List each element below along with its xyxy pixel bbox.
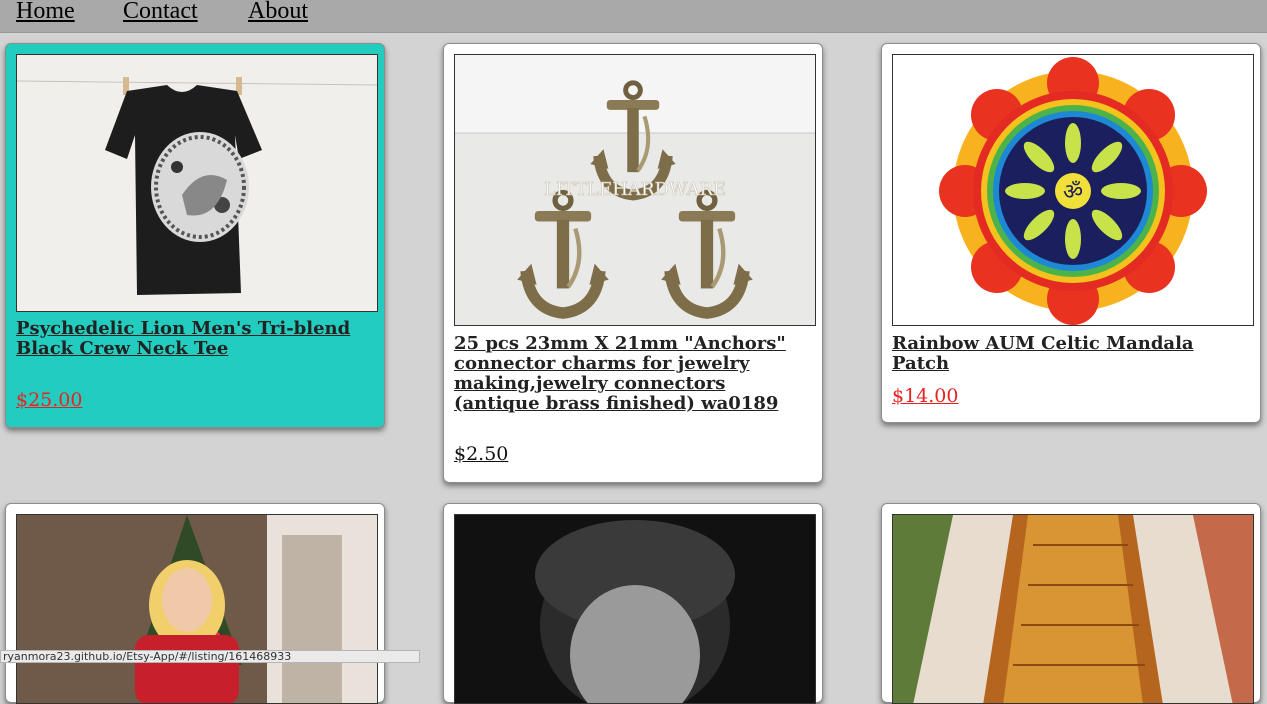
navbar: Home Contact About (0, 0, 1267, 33)
listing-title[interactable]: Psychedelic Lion Men's Tri-blend Black C… (16, 319, 371, 359)
listing-title[interactable]: Rainbow AUM Celtic Mandala Patch (892, 334, 1247, 374)
watermark-text: LITTLEHARDWARE (544, 179, 726, 200)
nav-about-link[interactable]: About (248, 0, 308, 25)
anchor-charms-image[interactable]: LITTLEHARDWARE (454, 54, 816, 326)
woman-christmas-tree-image[interactable] (16, 514, 378, 704)
listing-card[interactable] (881, 503, 1261, 704)
svg-text:ॐ: ॐ (1063, 180, 1083, 205)
listing-card[interactable] (5, 503, 385, 704)
listing-card[interactable]: LITTLEHARDWARE 25 pcs 23mm X 21mm "Ancho… (443, 43, 823, 483)
listing-card[interactable]: ॐ Rainbow AUM Celtic Mandala Patch $14.0… (881, 43, 1261, 423)
listing-title[interactable]: 25 pcs 23mm X 21mm "Anchors" connector c… (454, 334, 809, 414)
status-bar-url: ryanmora23.github.io/Etsy-App/#/listing/… (0, 650, 420, 663)
listing-price[interactable]: $2.50 (454, 443, 508, 465)
listing-card[interactable] (443, 503, 823, 704)
nav-contact-link[interactable]: Contact (123, 0, 198, 25)
listing-card[interactable]: Psychedelic Lion Men's Tri-blend Black C… (5, 43, 385, 428)
tshirt-image[interactable] (16, 54, 378, 312)
listing-price[interactable]: $25.00 (16, 389, 82, 411)
nav-home-link[interactable]: Home (16, 0, 75, 25)
black-white-portrait-image[interactable] (454, 514, 816, 704)
listing-price[interactable]: $14.00 (892, 385, 958, 407)
woven-rug-image[interactable] (892, 514, 1254, 704)
mandala-patch-image[interactable]: ॐ (892, 54, 1254, 326)
